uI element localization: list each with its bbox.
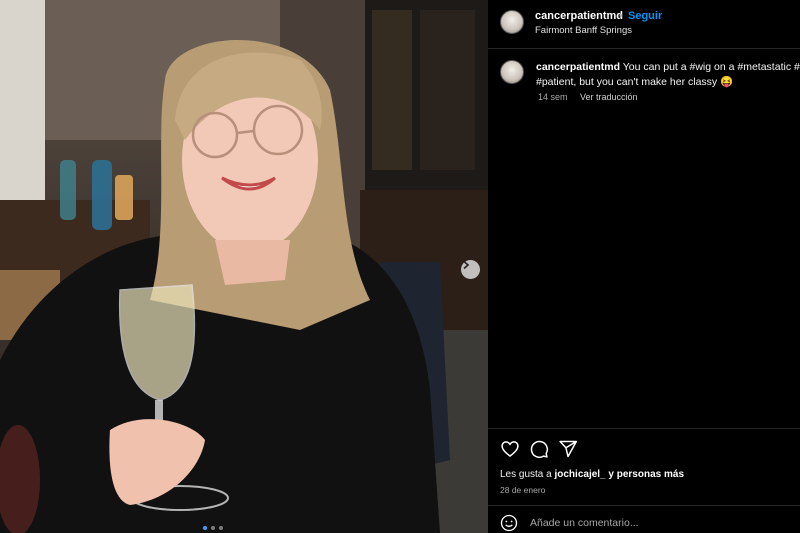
caption-meta: 14 sem Ver traducción xyxy=(538,92,648,102)
divider xyxy=(488,505,800,506)
chevron-right-icon xyxy=(463,260,470,270)
carousel-dot xyxy=(219,526,223,530)
next-photo-button[interactable] xyxy=(461,260,480,279)
comment-input[interactable] xyxy=(528,516,772,530)
carousel-dot xyxy=(211,526,215,530)
comment-button[interactable] xyxy=(529,439,549,459)
likes-summary: Les gusta a jochicajel_ y personas más xyxy=(500,469,684,480)
comment-icon xyxy=(530,440,549,459)
follow-button[interactable]: Seguir xyxy=(628,10,662,22)
emoji-icon[interactable] xyxy=(500,514,518,532)
post-panel: cancerpatientmd • Seguir Fairmont Banff … xyxy=(488,0,800,533)
comment-bar xyxy=(500,514,772,532)
caption-username[interactable]: cancerpatientmd xyxy=(536,61,620,73)
post-location[interactable]: Fairmont Banff Springs xyxy=(535,25,632,36)
avatar[interactable] xyxy=(500,10,524,34)
carousel-indicator xyxy=(203,526,223,530)
likes-suffix[interactable]: y personas más xyxy=(606,469,684,480)
post-date[interactable]: 28 de enero xyxy=(500,485,545,495)
post-header: cancerpatientmd • Seguir Fairmont Banff … xyxy=(488,0,800,49)
heart-icon xyxy=(501,441,519,458)
separator-dot: • xyxy=(619,10,623,22)
post-username[interactable]: cancerpatientmd xyxy=(535,10,623,22)
post-photo xyxy=(0,0,488,533)
share-icon xyxy=(559,440,578,458)
post-media[interactable] xyxy=(0,0,488,533)
translate-link[interactable]: Ver traducción xyxy=(580,92,638,102)
post-caption: cancerpatientmd You can put a #wig on a … xyxy=(536,60,800,90)
post-age: 14 sem xyxy=(538,92,568,102)
share-button[interactable] xyxy=(558,439,578,459)
likes-user[interactable]: jochicajel_ xyxy=(554,469,605,480)
divider xyxy=(488,428,800,429)
caption-avatar[interactable] xyxy=(500,60,524,84)
like-button[interactable] xyxy=(500,439,520,459)
carousel-dot xyxy=(203,526,207,530)
likes-prefix: Les gusta a xyxy=(500,469,555,480)
